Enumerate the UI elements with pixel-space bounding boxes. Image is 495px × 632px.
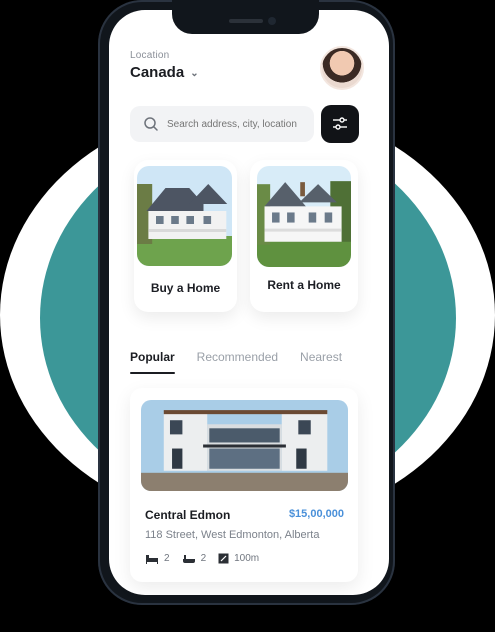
camera	[268, 17, 276, 25]
baths-count: 2	[200, 553, 207, 564]
chevron-down-icon: ⌄	[190, 68, 199, 79]
rent-home-label: Rent a Home	[267, 278, 341, 292]
property-card[interactable]: Central Edmon $15,00,000 118 Street, Wes…	[130, 388, 358, 582]
buy-home-image	[137, 166, 232, 266]
phone-notch	[172, 0, 319, 34]
location-label: Location	[130, 50, 170, 61]
filter-button[interactable]	[321, 105, 359, 143]
beds-count: 2	[164, 553, 170, 564]
property-address: 118 Street, West Edmonton, Alberta	[145, 529, 320, 541]
area-icon	[218, 553, 229, 564]
bed-icon	[146, 554, 158, 564]
buy-home-label: Buy a Home	[150, 281, 221, 295]
rent-home-card[interactable]: Rent a Home	[250, 160, 358, 312]
bath-icon	[182, 554, 195, 563]
rent-home-image	[257, 166, 351, 267]
area-value: 100m	[234, 553, 260, 564]
tab-nearest[interactable]: Nearest	[300, 350, 342, 364]
search-input[interactable]	[165, 117, 309, 131]
baths-info: 2	[182, 553, 207, 564]
buy-home-card[interactable]: Buy a Home	[134, 160, 237, 312]
tab-bar: Popular Recommended Nearest	[130, 350, 342, 374]
property-meta: 2 2 100m	[145, 553, 259, 564]
filter-icon	[333, 117, 347, 130]
property-name: Central Edmon	[145, 508, 231, 522]
area-info: 100m	[218, 553, 259, 564]
tab-popular[interactable]: Popular	[130, 350, 175, 374]
speaker	[229, 19, 263, 23]
search-bar[interactable]	[130, 106, 314, 142]
location-selector[interactable]: Canada ⌄	[130, 64, 199, 81]
avatar[interactable]	[320, 46, 364, 90]
property-image	[141, 400, 348, 491]
beds-info: 2	[145, 553, 170, 564]
location-value: Canada	[130, 64, 185, 81]
search-icon	[144, 117, 158, 131]
property-price: $15,00,000	[288, 508, 344, 520]
tab-recommended[interactable]: Recommended	[197, 350, 278, 364]
